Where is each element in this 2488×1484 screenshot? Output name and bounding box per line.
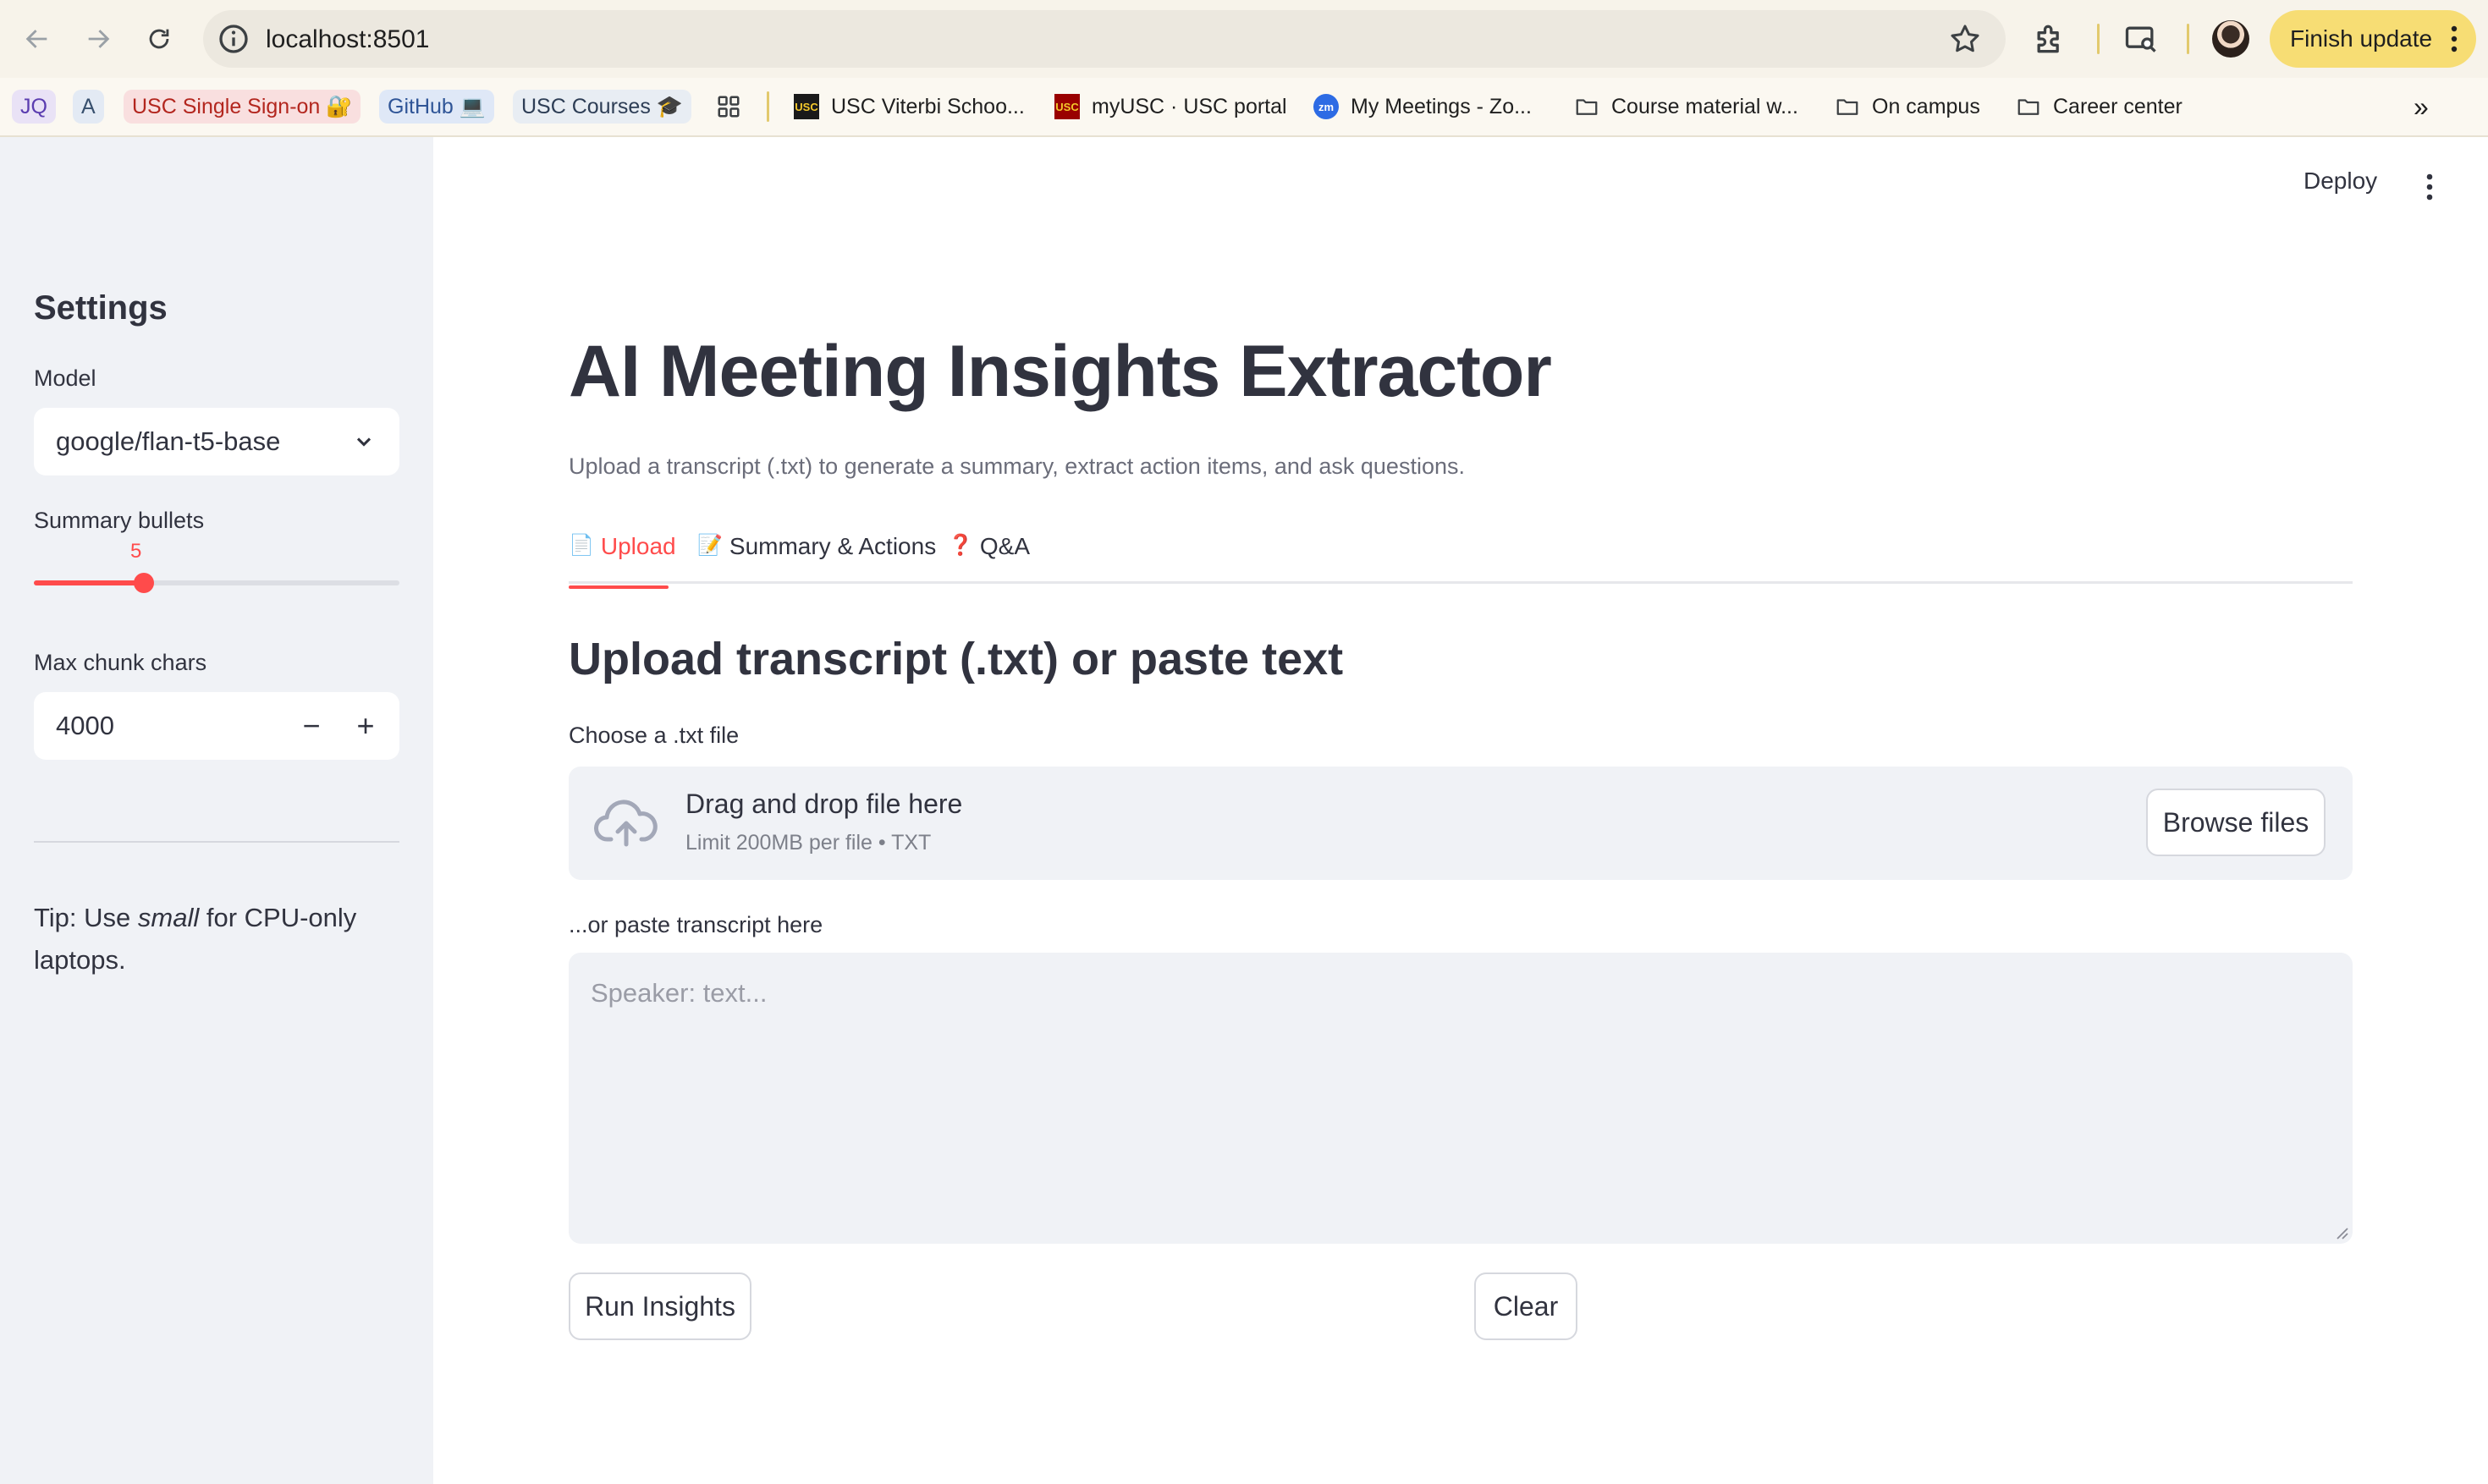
bookmark-label: My Meetings - Zo... <box>1351 94 1532 118</box>
extensions-icon[interactable] <box>2031 20 2068 58</box>
cast-search-icon[interactable] <box>2122 20 2160 58</box>
url-text[interactable]: localhost:8501 <box>266 25 429 54</box>
increment-button[interactable]: + <box>344 704 388 748</box>
sidebar-divider <box>34 841 399 843</box>
bookmark-label: Course material w... <box>1611 94 1798 118</box>
tab-summary-actions[interactable]: 📝 Summary & Actions <box>697 533 936 584</box>
decrement-button[interactable]: − <box>289 704 333 748</box>
question-icon: ❓ <box>948 534 973 557</box>
clear-button[interactable]: Clear <box>1474 1272 1577 1340</box>
bookmark-label: Career center <box>2053 94 2183 118</box>
cloud-upload-icon <box>594 800 658 847</box>
toolbar-divider <box>2187 24 2189 54</box>
bookmark-item[interactable]: USC Courses 🎓 <box>513 90 691 124</box>
forward-icon[interactable] <box>78 19 118 59</box>
bookmark-item[interactable]: GitHub 💻 <box>379 90 494 124</box>
memo-icon: 📝 <box>697 534 723 557</box>
apps-grid-icon[interactable] <box>716 90 741 124</box>
page-title: AI Meeting Insights Extractor <box>569 331 1552 412</box>
model-select[interactable]: google/flan-t5-base <box>34 408 399 475</box>
tab-upload[interactable]: 📄 Upload <box>569 533 676 589</box>
tip-emphasis: small <box>137 903 200 932</box>
bookmark-label: A <box>81 94 96 118</box>
summary-bullets-value: 5 <box>130 540 142 563</box>
address-bar[interactable]: localhost:8501 <box>203 10 2006 68</box>
deploy-button[interactable]: Deploy <box>2304 168 2377 195</box>
document-icon: 📄 <box>569 534 594 557</box>
bookmark-divider <box>767 91 769 122</box>
tab-qa[interactable]: ❓ Q&A <box>948 533 1030 584</box>
max-chunk-value[interactable]: 4000 <box>56 711 114 741</box>
finish-update-label: Finish update <box>2290 25 2433 52</box>
toolbar-divider <box>2097 24 2100 54</box>
tab-label: Q&A <box>979 533 1031 559</box>
bookmark-label: USC Single Sign-on 🔐 <box>132 94 353 118</box>
bookmark-label: On campus <box>1872 94 1980 118</box>
bookmarks-bar: JQ A USC Single Sign-on 🔐 GitHub 💻 USC C… <box>0 78 2488 137</box>
folder-icon <box>1574 94 1599 119</box>
bookmark-item[interactable]: zm My Meetings - Zo... <box>1313 90 1532 124</box>
main-menu-icon[interactable] <box>2425 173 2434 201</box>
bookmark-item[interactable]: JQ <box>12 90 56 124</box>
bookmark-label: JQ <box>20 94 47 118</box>
bookmark-item[interactable]: USC Single Sign-on 🔐 <box>124 90 361 124</box>
folder-icon <box>1835 94 1860 119</box>
summary-bullets-slider[interactable] <box>34 573 399 593</box>
bookmark-folder[interactable]: Course material w... <box>1574 90 1798 124</box>
model-select-value: google/flan-t5-base <box>56 426 281 456</box>
bookmark-label: USC Viterbi Schoo... <box>831 94 1025 118</box>
kebab-menu-icon <box>2451 25 2458 52</box>
slider-fill <box>34 580 144 585</box>
bookmark-folder[interactable]: Career center <box>2016 90 2183 124</box>
sidebar-title: Settings <box>34 289 168 327</box>
bookmark-star-icon[interactable] <box>1948 22 1982 56</box>
slider-thumb[interactable] <box>133 573 154 593</box>
profile-avatar[interactable] <box>2212 20 2249 58</box>
folder-icon <box>2016 94 2041 119</box>
bookmark-folder[interactable]: On campus <box>1835 90 1980 124</box>
bookmark-label: GitHub 💻 <box>388 94 486 118</box>
model-label: Model <box>34 366 96 391</box>
back-icon[interactable] <box>17 19 58 59</box>
more-bookmarks-icon[interactable]: » <box>2414 90 2429 124</box>
browse-files-button[interactable]: Browse files <box>2146 789 2326 856</box>
bookmark-item[interactable]: USC USC Viterbi Schoo... <box>794 90 1025 124</box>
bookmark-label: USC Courses 🎓 <box>521 94 683 118</box>
dropzone-subtitle: Limit 200MB per file • TXT <box>685 831 932 855</box>
tip-text: Tip: Use <box>34 903 138 932</box>
file-uploader-label: Choose a .txt file <box>569 723 740 748</box>
sidebar-tip: Tip: Use small for CPU-only laptops. <box>34 897 389 981</box>
bookmark-item[interactable]: A <box>73 90 104 124</box>
tab-label: Upload <box>600 533 676 559</box>
zoom-logo-icon: zm <box>1313 94 1339 119</box>
textarea-placeholder: Speaker: text... <box>591 978 768 1008</box>
section-heading: Upload transcript (.txt) or paste text <box>569 634 1344 684</box>
sidebar: Settings Model google/flan-t5-base Summa… <box>0 137 433 1484</box>
bookmark-label: myUSC · USC portal <box>1092 94 1287 118</box>
usc-logo-icon: USC <box>794 94 819 119</box>
bookmark-item[interactable]: USC myUSC · USC portal <box>1054 90 1287 124</box>
browser-toolbar: localhost:8501 Finish update <box>0 0 2488 78</box>
reload-icon[interactable] <box>139 19 179 59</box>
chevron-down-icon <box>356 437 372 447</box>
finish-update-button[interactable]: Finish update <box>2270 10 2476 68</box>
tab-label: Summary & Actions <box>729 533 937 559</box>
page-subtitle: Upload a transcript (.txt) to generate a… <box>569 453 1465 479</box>
max-chunk-label: Max chunk chars <box>34 650 207 675</box>
resize-handle-icon[interactable] <box>2332 1223 2349 1240</box>
usc-logo-icon: USC <box>1054 94 1080 119</box>
active-tab-indicator <box>569 585 669 589</box>
dropzone-title: Drag and drop file here <box>685 789 963 819</box>
summary-bullets-label: Summary bullets <box>34 508 205 533</box>
site-info-icon[interactable] <box>217 22 250 56</box>
paste-label: ...or paste transcript here <box>569 912 823 937</box>
file-dropzone[interactable]: Drag and drop file here Limit 200MB per … <box>569 767 2353 880</box>
transcript-textarea[interactable]: Speaker: text... <box>569 953 2353 1244</box>
run-insights-button[interactable]: Run Insights <box>569 1272 751 1340</box>
tab-bar: 📄 Upload 📝 Summary & Actions ❓ Q&A <box>569 526 2353 589</box>
max-chunk-input[interactable]: 4000 − + <box>34 692 399 760</box>
